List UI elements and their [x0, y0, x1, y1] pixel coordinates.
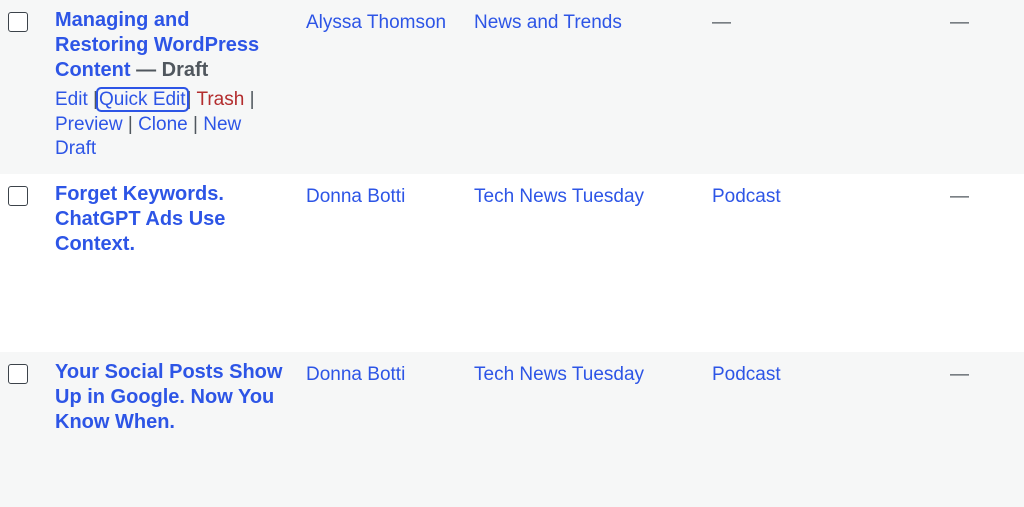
- preview-link[interactable]: Preview: [55, 114, 123, 135]
- category-link[interactable]: Tech News Tuesday: [474, 362, 644, 387]
- extra-column-value: —: [950, 12, 969, 33]
- trash-link[interactable]: Trash: [196, 89, 244, 110]
- clone-link[interactable]: Clone: [138, 114, 188, 135]
- action-separator: |: [193, 113, 198, 135]
- title-cell: Forget Keywords. ChatGPT Ads Use Context…: [55, 182, 285, 257]
- row-checkbox[interactable]: [8, 12, 28, 32]
- title-cell: Managing and Restoring WordPress Content…: [55, 8, 285, 162]
- author-link[interactable]: Donna Botti: [306, 362, 405, 387]
- table-row: Managing and Restoring WordPress Content…: [0, 0, 1024, 174]
- table-row: Forget Keywords. ChatGPT Ads Use Context…: [0, 174, 1024, 352]
- author-link[interactable]: Alyssa Thomson: [306, 10, 446, 35]
- category-link[interactable]: Tech News Tuesday: [474, 184, 644, 209]
- table-row: Your Social Posts Show Up in Google. Now…: [0, 352, 1024, 507]
- tag-link[interactable]: Podcast: [712, 184, 781, 209]
- post-title-link[interactable]: Forget Keywords. ChatGPT Ads Use Context…: [55, 183, 225, 255]
- action-separator: |: [186, 89, 192, 110]
- tag-link[interactable]: Podcast: [712, 362, 781, 387]
- author-link[interactable]: Donna Botti: [306, 184, 405, 209]
- edit-link[interactable]: Edit: [55, 89, 88, 110]
- category-link[interactable]: News and Trends: [474, 10, 622, 35]
- post-title-link[interactable]: Your Social Posts Show Up in Google. Now…: [55, 361, 282, 433]
- action-separator: |: [249, 89, 255, 110]
- tags-value: —: [712, 12, 731, 33]
- post-state: Draft: [161, 59, 209, 81]
- extra-column-value: —: [950, 364, 969, 385]
- row-checkbox[interactable]: [8, 186, 28, 206]
- extra-column-value: —: [950, 186, 969, 207]
- posts-table: Managing and Restoring WordPress Content…: [0, 0, 1024, 507]
- action-separator: |: [127, 113, 133, 135]
- row-checkbox[interactable]: [8, 364, 28, 384]
- quick-edit-link[interactable]: Quick Edit: [95, 87, 189, 112]
- post-state-separator: —: [130, 59, 162, 81]
- title-cell: Your Social Posts Show Up in Google. Now…: [55, 360, 285, 435]
- row-actions: Edit |Quick Edit| Trash | Preview | Clon…: [55, 87, 270, 162]
